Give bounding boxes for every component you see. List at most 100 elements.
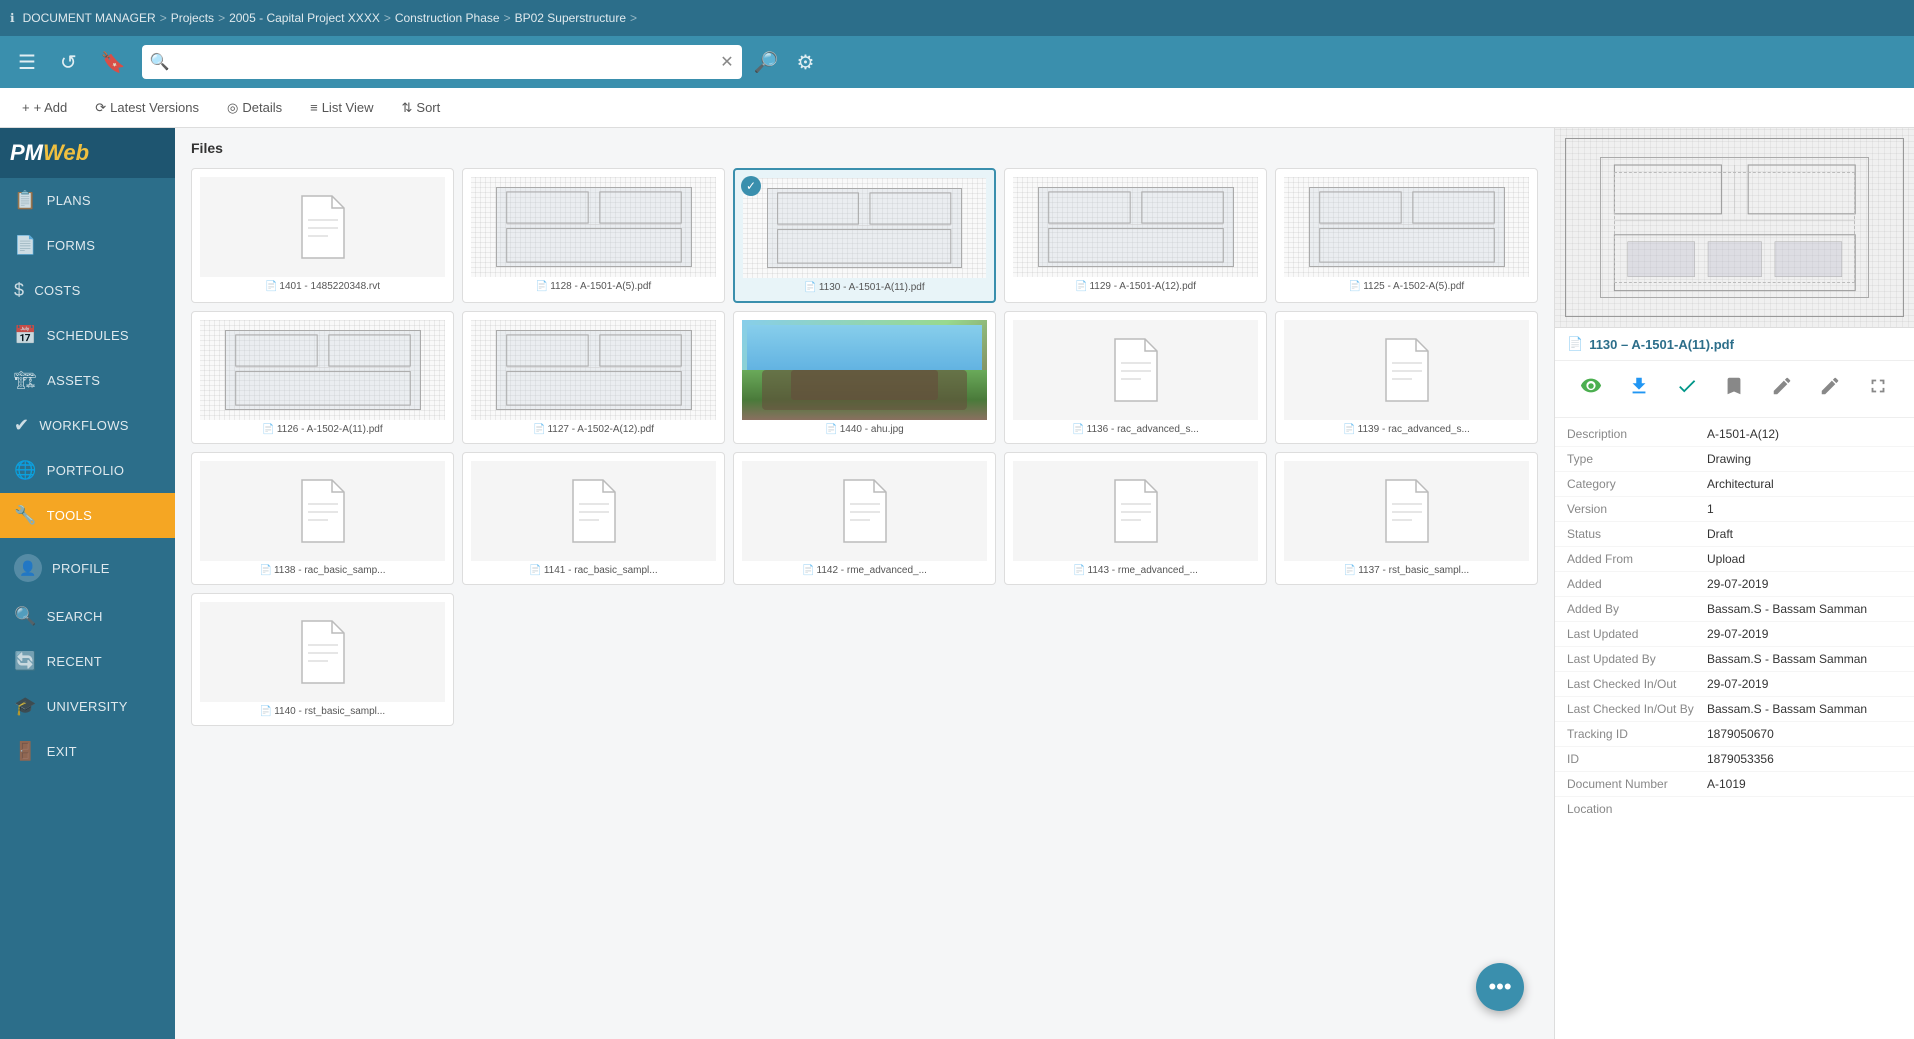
detail-row: Last Checked In/Out 29-07-2019 xyxy=(1555,672,1914,697)
breadcrumb-doc-manager[interactable]: DOCUMENT MANAGER xyxy=(23,11,156,25)
breadcrumb-bp02[interactable]: BP02 Superstructure xyxy=(515,11,626,25)
thumb-svg xyxy=(768,189,960,267)
fab-button[interactable]: ••• xyxy=(1476,963,1524,1011)
file-name: 📄 1126 - A-1502-A(11).pdf xyxy=(262,424,382,435)
sidebar-item-portfolio[interactable]: 🌐 PORTFOLIO xyxy=(0,448,175,493)
blank-thumb xyxy=(1013,461,1258,561)
check-action-button[interactable] xyxy=(1672,371,1702,407)
pen-action-button[interactable] xyxy=(1815,371,1845,407)
sidebar-item-profile[interactable]: 👤 PROFILE xyxy=(0,542,175,594)
file-type-icon: 📄 xyxy=(1344,565,1356,576)
file-card[interactable]: 📄 1136 - rac_advanced_s... xyxy=(1004,311,1267,444)
file-card[interactable]: 📄 1125 - A-1502-A(5).pdf xyxy=(1275,168,1538,303)
sidebar-item-exit[interactable]: 🚪 EXIT xyxy=(0,729,175,774)
file-card[interactable]: 📄 1127 - A-1502-A(12).pdf xyxy=(462,311,725,444)
file-name: 📄 1143 - rme_advanced_... xyxy=(1073,565,1198,576)
search-input[interactable] xyxy=(176,54,721,70)
file-name-text: 1143 - rme_advanced_... xyxy=(1088,565,1198,576)
sidebar-label-profile: PROFILE xyxy=(52,561,110,576)
latest-versions-button[interactable]: ⟳ Latest Versions xyxy=(89,96,205,120)
zoom-icon[interactable]: 🔎 xyxy=(754,50,779,75)
file-name: 📄 1130 - A-1501-A(11).pdf xyxy=(804,282,924,293)
search-bar: 🔍 ✕ xyxy=(142,45,742,79)
file-card[interactable]: 📄 1138 - rac_basic_samp... xyxy=(191,452,454,585)
breadcrumb-projects[interactable]: Projects xyxy=(171,11,214,25)
detail-file-icon: 📄 xyxy=(1567,336,1583,352)
bookmark-toolbar-icon[interactable]: 🔖 xyxy=(93,46,134,79)
sidebar-item-costs[interactable]: $ COSTS xyxy=(0,268,175,313)
preview-blueprint-bg xyxy=(1555,128,1914,327)
search-icon: 🔍 xyxy=(150,52,170,72)
detail-field-value: 1879050670 xyxy=(1707,727,1774,741)
file-thumb xyxy=(200,602,445,702)
sort-button[interactable]: ⇅ Sort xyxy=(396,96,447,120)
file-card[interactable]: 📄 1142 - rme_advanced_... xyxy=(733,452,996,585)
file-card[interactable]: 📄 1143 - rme_advanced_... xyxy=(1004,452,1267,585)
detail-field-label: Added xyxy=(1567,577,1707,591)
breadcrumb-capital-project[interactable]: 2005 - Capital Project XXXX xyxy=(229,11,380,25)
file-name: 📄 1141 - rac_basic_sampl... xyxy=(529,565,657,576)
file-name-text: 1139 - rac_advanced_s... xyxy=(1358,424,1470,435)
hamburger-menu-icon[interactable]: ☰ xyxy=(10,46,44,79)
file-card[interactable]: 📄 1128 - A-1501-A(5).pdf xyxy=(462,168,725,303)
thumb-svg xyxy=(1039,188,1233,266)
file-name-text: 1141 - rac_basic_sampl... xyxy=(544,565,658,576)
file-grid: 📄 1401 - 1485220348.rvt 📄 1128 - A-1501-… xyxy=(191,168,1538,726)
undo-icon[interactable]: ↺ xyxy=(52,46,85,79)
file-type-icon: 📄 xyxy=(1073,565,1085,576)
detail-row: Added 29-07-2019 xyxy=(1555,572,1914,597)
details-button[interactable]: ◎ Details xyxy=(221,96,288,120)
detail-panel: 📄 1130 – A-1501-A(11).pdf xyxy=(1554,128,1914,1039)
profile-icon: 👤 xyxy=(14,554,42,582)
file-card[interactable]: 📄 1129 - A-1501-A(12).pdf xyxy=(1004,168,1267,303)
view-action-button[interactable] xyxy=(1576,371,1606,407)
sidebar-item-recent[interactable]: 🔄 RECENT xyxy=(0,639,175,684)
settings-icon[interactable]: ⚙ xyxy=(797,50,815,75)
file-name: 📄 1401 - 1485220348.rvt xyxy=(265,281,380,292)
sidebar-item-tools[interactable]: 🔧 TOOLs xyxy=(0,493,175,538)
file-card[interactable]: 📄 1440 - ahu.jpg xyxy=(733,311,996,444)
sidebar-item-forms[interactable]: 📄 FORMS xyxy=(0,223,175,268)
detail-field-label: Description xyxy=(1567,427,1707,441)
detail-row: Document Number A-1019 xyxy=(1555,772,1914,797)
sidebar: PMWeb 📋 PLANS 📄 FORMS $ COSTS 📅 SCHEDULE… xyxy=(0,128,175,1039)
expand-action-button[interactable] xyxy=(1863,371,1893,407)
detail-row: Last Updated 29-07-2019 xyxy=(1555,622,1914,647)
sidebar-item-university[interactable]: 🎓 UNIVERSITY xyxy=(0,684,175,729)
add-button[interactable]: + + Add xyxy=(16,96,73,119)
blank-thumb xyxy=(1013,320,1258,420)
details-icon: ◎ xyxy=(227,100,238,116)
info-icon[interactable]: ℹ xyxy=(10,11,15,25)
detail-field-label: Status xyxy=(1567,527,1707,541)
logo: PMWeb xyxy=(10,140,89,166)
file-card[interactable]: 📄 1137 - rst_basic_sampl... xyxy=(1275,452,1538,585)
clear-search-icon[interactable]: ✕ xyxy=(720,52,733,72)
assets-icon: 🏗 xyxy=(14,370,37,391)
download-action-button[interactable] xyxy=(1624,371,1654,407)
sidebar-item-assets[interactable]: 🏗 ASSETS xyxy=(0,358,175,403)
action-bar: + + Add ⟳ Latest Versions ◎ Details ≡ Li… xyxy=(0,88,1914,128)
file-thumb xyxy=(742,461,987,561)
file-card[interactable]: 📄 1401 - 1485220348.rvt xyxy=(191,168,454,303)
exit-icon: 🚪 xyxy=(14,741,37,762)
file-card[interactable]: 📄 1140 - rst_basic_sampl... xyxy=(191,593,454,726)
file-type-icon: 📄 xyxy=(1349,281,1361,292)
file-card[interactable]: 📄 1126 - A-1502-A(11).pdf xyxy=(191,311,454,444)
file-card[interactable]: 📄 1141 - rac_basic_sampl... xyxy=(462,452,725,585)
sidebar-item-plans[interactable]: 📋 PLANS xyxy=(0,178,175,223)
bookmark-action-button[interactable] xyxy=(1719,371,1749,407)
sidebar-item-search[interactable]: 🔍 SEARCH xyxy=(0,594,175,639)
detail-row: Tracking ID 1879050670 xyxy=(1555,722,1914,747)
file-card[interactable]: 📄 1139 - rac_advanced_s... xyxy=(1275,311,1538,444)
sidebar-item-schedules[interactable]: 📅 SCHEDULES xyxy=(0,313,175,358)
file-card[interactable]: ✓ 📄 1130 - A-1501-A(11).pdf xyxy=(733,168,996,303)
sidebar-item-workflows[interactable]: ✔ WORKFLOWS xyxy=(0,403,175,448)
file-thumb xyxy=(471,461,716,561)
file-name: 📄 1139 - rac_advanced_s... xyxy=(1343,424,1470,435)
breadcrumb-construction-phase[interactable]: Construction Phase xyxy=(395,11,500,25)
sidebar-label-portfolio: PORTFOLIO xyxy=(47,463,125,478)
list-view-button[interactable]: ≡ List View xyxy=(304,96,379,119)
edit-action-button[interactable] xyxy=(1767,371,1797,407)
file-name: 📄 1137 - rst_basic_sampl... xyxy=(1344,565,1469,576)
breadcrumb-sep3: > xyxy=(384,11,391,25)
